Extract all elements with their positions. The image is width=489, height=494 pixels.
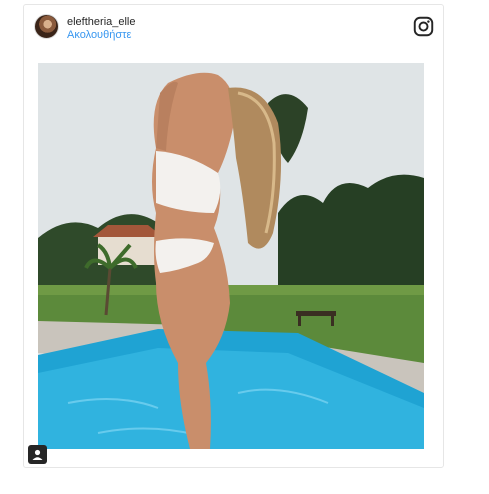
instagram-icon[interactable] — [413, 16, 434, 37]
post-photo[interactable] — [38, 63, 424, 449]
user-avatar[interactable] — [34, 14, 59, 39]
username-link[interactable]: eleftheria_elle — [67, 16, 136, 28]
profile-badge-icon[interactable] — [28, 445, 47, 464]
instagram-embed-card: eleftheria_elle Ακολουθήστε — [23, 4, 444, 468]
post-header: eleftheria_elle Ακολουθήστε — [24, 5, 443, 53]
follow-link[interactable]: Ακολουθήστε — [67, 29, 131, 41]
person-icon — [32, 449, 43, 460]
post-photo-image — [38, 63, 424, 449]
